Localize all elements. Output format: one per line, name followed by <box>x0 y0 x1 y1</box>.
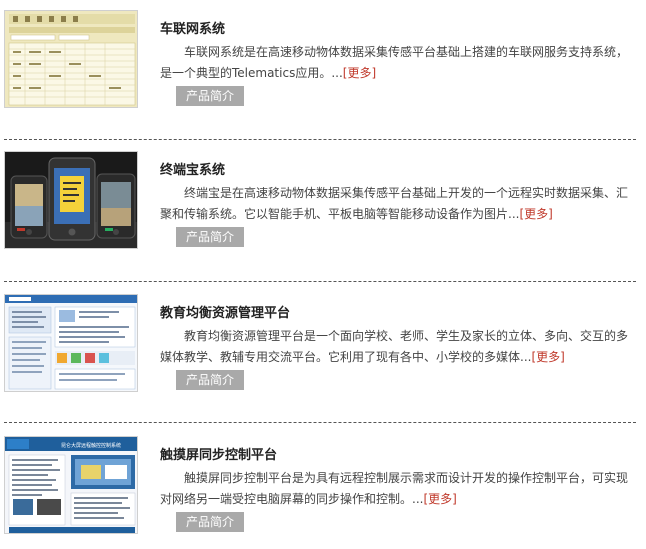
product-title[interactable]: 教育均衡资源管理平台 <box>160 302 290 321</box>
product-intro-button[interactable]: 产品简介 <box>176 86 244 106</box>
description-text: 触摸屏同步控制平台是为具有远程控制展示需求而设计开发的操作控制平台，可实现对网络… <box>160 471 629 506</box>
thumbnail-caption: 昆仑大屏远程触控控制系统 <box>61 442 121 449</box>
touchscreen-document-thumbnail[interactable]: 昆仑大屏远程触控控制系统 <box>4 436 138 534</box>
product-intro-button[interactable]: 产品简介 <box>176 512 244 532</box>
smartphones-icon <box>5 152 137 248</box>
product-description: 车联网系统是在高速移动物体数据采集传感平台基础上搭建的车联网服务支持系统，是一个… <box>160 42 630 84</box>
description-text: 终端宝是在高速移动物体数据采集传感平台基础上开发的一个远程实时数据采集、汇聚和传… <box>160 186 629 221</box>
product-title[interactable]: 触摸屏同步控制平台 <box>160 444 277 463</box>
product-intro-button[interactable]: 产品简介 <box>176 227 244 247</box>
product-description: 触摸屏同步控制平台是为具有远程控制展示需求而设计开发的操作控制平台，可实现对网络… <box>160 468 630 510</box>
more-link[interactable]: [更多] <box>423 492 456 506</box>
product-item: 昆仑大屏远程触控控制系统 触摸屏同步控制平台 触摸屏同步控制平台是为具有远程控制… <box>0 436 646 546</box>
product-item: 教育均衡资源管理平台 教育均衡资源管理平台是一个面向学校、老师、学生及家长的立体… <box>0 294 646 404</box>
smartphones-thumbnail[interactable] <box>4 151 138 249</box>
telematics-screenshot-icon <box>5 11 137 107</box>
more-link[interactable]: [更多] <box>519 207 552 221</box>
education-portal-icon <box>5 295 137 391</box>
product-title[interactable]: 车联网系统 <box>160 18 225 37</box>
product-description: 终端宝是在高速移动物体数据采集传感平台基础上开发的一个远程实时数据采集、汇聚和传… <box>160 183 630 225</box>
divider <box>4 422 636 423</box>
touchscreen-document-icon: 昆仑大屏远程触控控制系统 <box>5 437 137 533</box>
education-portal-thumbnail[interactable] <box>4 294 138 392</box>
more-link[interactable]: [更多] <box>531 350 564 364</box>
product-intro-button[interactable]: 产品简介 <box>176 370 244 390</box>
product-item: 终端宝系统 终端宝是在高速移动物体数据采集传感平台基础上开发的一个远程实时数据采… <box>0 151 646 261</box>
telematics-screenshot-thumbnail[interactable] <box>4 10 138 108</box>
product-item: 车联网系统 车联网系统是在高速移动物体数据采集传感平台基础上搭建的车联网服务支持… <box>0 10 646 120</box>
divider <box>4 281 636 282</box>
divider <box>4 139 636 140</box>
product-title[interactable]: 终端宝系统 <box>160 159 225 178</box>
description-text: 车联网系统是在高速移动物体数据采集传感平台基础上搭建的车联网服务支持系统，是一个… <box>160 45 629 80</box>
product-description: 教育均衡资源管理平台是一个面向学校、老师、学生及家长的立体、多向、交互的多媒体教… <box>160 326 630 368</box>
more-link[interactable]: [更多] <box>343 66 376 80</box>
